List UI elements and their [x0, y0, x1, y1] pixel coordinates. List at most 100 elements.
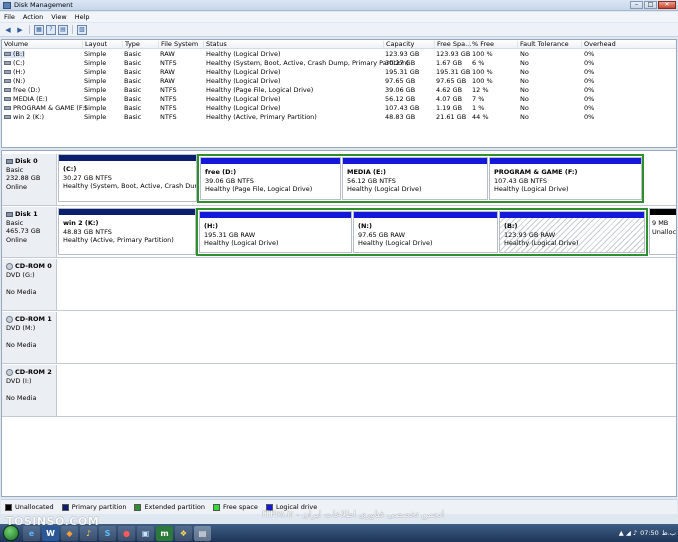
- volume-name: free (D:): [4, 87, 40, 94]
- help-icon[interactable]: ?: [46, 24, 56, 35]
- cell-overhead: 0%: [584, 113, 595, 121]
- cdrom-1-status: No Media: [6, 341, 37, 349]
- cell-status: Healthy (Page File, Logical Drive): [206, 86, 314, 94]
- cell-file-system: NTFS: [160, 104, 177, 112]
- partition-name: (H:): [204, 222, 218, 230]
- column-capacity[interactable]: Capacity: [383, 41, 414, 49]
- app-icon[interactable]: ❖: [175, 525, 192, 541]
- table-row[interactable]: PROGRAM & GAME (F:) Simple Basic NTFS He…: [2, 104, 676, 113]
- disk-1-info[interactable]: Disk 1 Basic 465.73 GB Online: [2, 207, 57, 258]
- table-row[interactable]: (B:) Simple Basic RAW Healthy (Logical D…: [2, 50, 676, 59]
- partition-h[interactable]: (H:) 195.31 GB RAW Healthy (Logical Driv…: [199, 211, 352, 253]
- cell-overhead: 0%: [584, 95, 595, 103]
- extended-partition-disk-0[interactable]: free (D:) 39.06 GB NTFS Healthy (Page Fi…: [197, 154, 644, 203]
- column-fault-tolerance[interactable]: Fault Tolerance: [517, 41, 569, 49]
- partition-b[interactable]: (B:) 123.93 GB RAW Healthy (Logical Driv…: [499, 211, 645, 253]
- cdrom-2-info[interactable]: CD-ROM 2 DVD (I:) No Media: [2, 365, 57, 417]
- cdrom-0-name: CD-ROM 0: [15, 262, 52, 270]
- forward-arrow-icon[interactable]: ▶: [15, 25, 25, 35]
- partition-c[interactable]: (C:) 30.27 GB NTFS Healthy (System, Boot…: [58, 154, 197, 202]
- minimize-button[interactable]: –: [630, 1, 643, 9]
- menu-view[interactable]: View: [51, 13, 66, 21]
- column-volume[interactable]: Volume: [2, 41, 28, 49]
- media-center-icon[interactable]: ●: [118, 525, 135, 541]
- hard-disk-icon: [6, 211, 13, 217]
- table-row[interactable]: (H:) Simple Basic RAW Healthy (Logical D…: [2, 68, 676, 77]
- menu-file[interactable]: File: [4, 13, 15, 21]
- disk-0-info[interactable]: Disk 0 Basic 232.88 GB Online: [2, 154, 57, 206]
- column-file-system[interactable]: File System: [158, 41, 198, 49]
- maximize-button[interactable]: □: [644, 1, 657, 9]
- cell-capacity: 195.31 GB: [385, 68, 420, 76]
- menu-action[interactable]: Action: [23, 13, 43, 21]
- table-row[interactable]: MEDIA (E:) Simple Basic NTFS Healthy (Lo…: [2, 95, 676, 104]
- logical-drive-bar: [201, 158, 340, 164]
- partition-size: 56.12 GB NTFS: [347, 176, 396, 185]
- skype-icon[interactable]: S: [99, 525, 116, 541]
- partition-f[interactable]: PROGRAM & GAME (F:) 107.43 GB NTFS Healt…: [489, 157, 642, 200]
- taskbar: e W ◆ ♪ S ● ▣ m ❖ ▤ ▲ ◢ ♪ 07:50 ب.ظ: [0, 524, 678, 542]
- cell-layout: Simple: [84, 104, 107, 112]
- disk-0-size: 232.88 GB: [6, 174, 41, 182]
- cell-capacity: 97.65 GB: [385, 77, 416, 85]
- table-row[interactable]: (N:) Simple Basic RAW Healthy (Logical D…: [2, 77, 676, 86]
- cell-type: Basic: [124, 95, 142, 103]
- column-status[interactable]: Status: [203, 41, 227, 49]
- clock-time: 07:50: [640, 528, 659, 537]
- column-overhead[interactable]: Overhead: [581, 41, 616, 49]
- tray-icons[interactable]: ▲ ◢ ♪: [619, 529, 637, 537]
- cell-overhead: 0%: [584, 50, 595, 58]
- cell-status: Healthy (Logical Drive): [206, 77, 281, 85]
- legend-swatch: [5, 503, 12, 511]
- menu-help[interactable]: Help: [75, 13, 90, 21]
- cdrom-0-info[interactable]: CD-ROM 0 DVD (G:) No Media: [2, 259, 57, 311]
- table-row[interactable]: (C:) Simple Basic NTFS Healthy (System, …: [2, 59, 676, 68]
- back-arrow-icon[interactable]: ◀: [3, 25, 13, 35]
- drive-icon: [4, 97, 11, 101]
- partition-e[interactable]: MEDIA (E:) 56.12 GB NTFS Healthy (Logica…: [342, 157, 488, 200]
- cell-percent-free: 100 %: [472, 68, 493, 76]
- show-hide-console-icon[interactable]: ▦: [34, 24, 44, 35]
- messenger-icon[interactable]: m: [156, 525, 173, 541]
- system-tray: ▲ ◢ ♪ 07:50 ب.ظ: [619, 524, 676, 542]
- cell-overhead: 0%: [584, 68, 595, 76]
- partition-name: win 2 (K:): [63, 219, 99, 227]
- cell-capacity: 123.93 GB: [385, 50, 420, 58]
- disk-management-taskbar-icon[interactable]: ▤: [194, 525, 211, 541]
- cdrom-2-type: DVD (I:): [6, 376, 32, 385]
- row-divider: [2, 416, 676, 417]
- cell-overhead: 0%: [584, 59, 595, 67]
- cell-free-space: 1.67 GB: [436, 59, 463, 67]
- partition-size: 97.65 GB RAW: [358, 230, 406, 239]
- explorer-icon[interactable]: ▣: [137, 525, 154, 541]
- table-row[interactable]: free (D:) Simple Basic NTFS Healthy (Pag…: [2, 86, 676, 95]
- close-button[interactable]: ✕: [658, 1, 676, 9]
- disk-settings-icon[interactable]: ▧: [77, 24, 87, 35]
- row-divider: [2, 310, 676, 311]
- toolbar-separator: [72, 25, 73, 34]
- legend-primary-partition: Primary partition: [61, 503, 126, 511]
- drive-icon: [4, 79, 11, 83]
- properties-icon[interactable]: ▤: [58, 24, 68, 35]
- clock[interactable]: 07:50: [640, 528, 659, 537]
- partition-n[interactable]: (N:) 97.65 GB RAW Healthy (Logical Drive…: [353, 211, 498, 253]
- partition-d[interactable]: free (D:) 39.06 GB NTFS Healthy (Page Fi…: [200, 157, 341, 200]
- column-percent-free[interactable]: % Free: [469, 41, 494, 49]
- partition-k[interactable]: win 2 (K:) 48.83 GB NTFS Healthy (Active…: [58, 208, 196, 255]
- row-divider: [2, 205, 676, 206]
- column-free-space[interactable]: Free Spa...: [434, 41, 471, 49]
- column-type[interactable]: Type: [122, 41, 140, 49]
- partition-c-text: (C:) 30.27 GB NTFS Healthy (System, Boot…: [63, 165, 196, 191]
- disk-1-label: Disk 1: [6, 210, 56, 219]
- logical-drive-bar: [343, 158, 487, 164]
- cell-fault-tolerance: No: [520, 113, 529, 121]
- legend-swatch: [134, 503, 142, 511]
- legend-unallocated: Unallocated: [5, 503, 54, 511]
- cdrom-1-info[interactable]: CD-ROM 1 DVD (M:) No Media: [2, 312, 57, 364]
- extended-partition-disk-1[interactable]: (H:) 195.31 GB RAW Healthy (Logical Driv…: [196, 208, 648, 256]
- cell-layout: Simple: [84, 113, 107, 121]
- table-row[interactable]: win 2 (K:) Simple Basic NTFS Healthy (Ac…: [2, 113, 676, 122]
- unallocated-space[interactable]: 9 MB Unalloc: [649, 208, 676, 255]
- column-layout[interactable]: Layout: [82, 41, 107, 49]
